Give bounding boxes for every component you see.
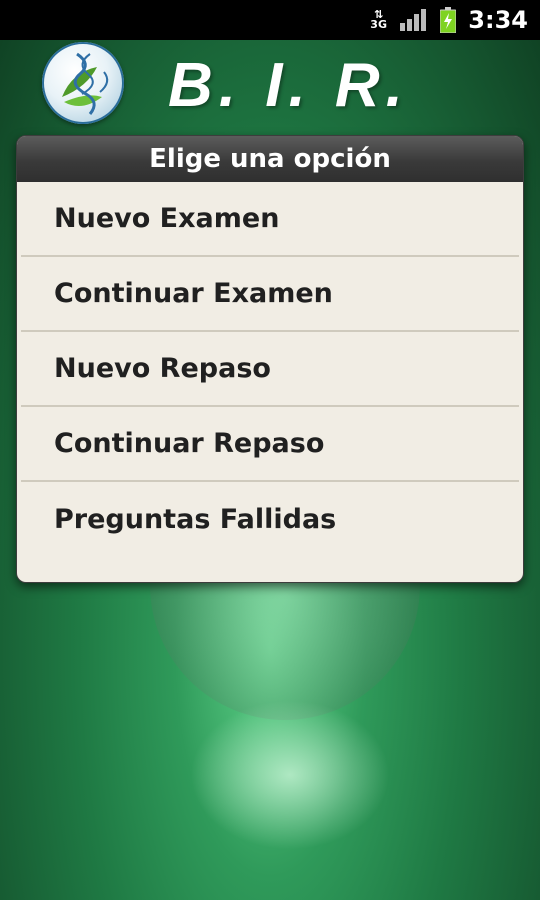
option-label: Nuevo Repaso — [54, 353, 271, 384]
option-label: Continuar Examen — [54, 278, 333, 309]
status-bar: ⇅ 3G 3:34 — [0, 0, 540, 40]
option-label: Nuevo Examen — [54, 203, 280, 234]
background-glow — [190, 700, 390, 850]
app-title: B. I. R. — [168, 51, 409, 120]
option-continuar-repaso[interactable]: Continuar Repaso — [21, 407, 519, 482]
option-label: Preguntas Fallidas — [54, 504, 337, 535]
app-logo-icon — [42, 42, 124, 124]
battery-icon — [440, 7, 457, 33]
option-nuevo-repaso[interactable]: Nuevo Repaso — [21, 332, 519, 407]
option-continuar-examen[interactable]: Continuar Examen — [21, 257, 519, 332]
clock: 3:34 — [468, 6, 528, 34]
signal-icon — [400, 9, 428, 31]
option-label: Continuar Repaso — [54, 428, 325, 459]
option-nuevo-examen[interactable]: Nuevo Examen — [21, 182, 519, 257]
dialog-title: Elige una opción — [17, 136, 523, 182]
options-dialog: Elige una opción Nuevo Examen Continuar … — [16, 135, 524, 583]
network-type-label: 3G — [370, 18, 387, 31]
background-globe-image — [150, 580, 420, 720]
option-preguntas-fallidas[interactable]: Preguntas Fallidas — [21, 482, 519, 557]
3g-data-icon: ⇅ 3G — [370, 8, 387, 31]
